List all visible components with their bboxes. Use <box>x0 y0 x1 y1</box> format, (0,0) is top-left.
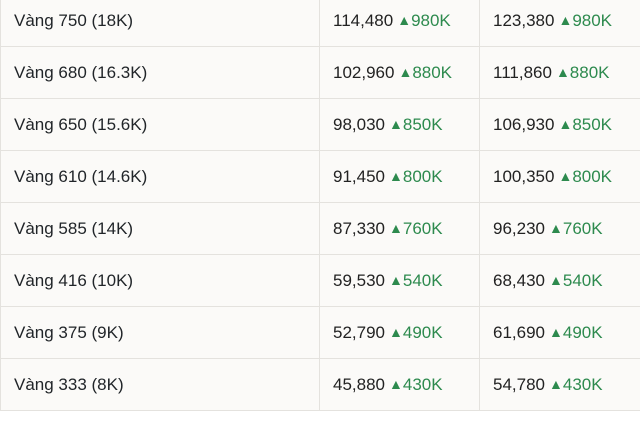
buy-price-value: 98,030 <box>333 114 385 134</box>
sell-price-change: ▲760K <box>549 219 603 238</box>
sell-price-cell: 123,380 ▲980K <box>479 0 640 47</box>
buy-price-change: ▲490K <box>389 323 443 342</box>
buy-price-cell: 98,030 ▲850K <box>319 98 480 151</box>
sell-price-change-value: 980K <box>572 10 613 30</box>
up-triangle-icon: ▲ <box>389 219 403 236</box>
gold-price-table-body: Vàng 750 (18K) 114,480 ▲980K 123,380 ▲980K Và… <box>0 0 640 411</box>
buy-price-change-value: 430K <box>402 374 443 394</box>
buy-price-change: ▲430K <box>389 375 443 394</box>
buy-price-change-value: 540K <box>402 270 443 290</box>
buy-price-value: 102,960 <box>333 62 395 82</box>
sell-price-change: ▲490K <box>549 323 603 342</box>
table-row: Vàng 680 (16.3K) 102,960 ▲880K 111,860 ▲880K <box>0 46 640 99</box>
sell-price-cell: 68,430 ▲540K <box>479 254 640 307</box>
buy-price-change: ▲880K <box>398 63 452 82</box>
buy-price-change: ▲980K <box>397 11 451 30</box>
buy-price-cell: 102,960 ▲880K <box>319 46 480 99</box>
sell-price-change: ▲430K <box>549 375 603 394</box>
buy-price-value: 45,880 <box>333 374 385 394</box>
gold-price-table-container: Vàng 750 (18K) 114,480 ▲980K 123,380 ▲980K Và… <box>0 0 640 411</box>
buy-price-value: 91,450 <box>333 166 385 186</box>
buy-price-cell: 45,880 ▲430K <box>319 358 480 411</box>
table-row: Vàng 650 (15.6K) 98,030 ▲850K 106,930 ▲850K <box>0 98 640 151</box>
gold-type-cell: Vàng 585 (14K) <box>0 202 320 255</box>
buy-price-cell: 114,480 ▲980K <box>319 0 480 47</box>
sell-price-change-value: 760K <box>562 218 603 238</box>
sell-price-value: 54,780 <box>493 374 545 394</box>
gold-price-table: Vàng 750 (18K) 114,480 ▲980K 123,380 ▲980K Và… <box>0 0 640 411</box>
sell-price-value: 61,690 <box>493 322 545 342</box>
up-triangle-icon: ▲ <box>549 323 563 340</box>
buy-price-change-value: 800K <box>402 166 443 186</box>
sell-price-change-value: 800K <box>572 166 613 186</box>
buy-price-cell: 91,450 ▲800K <box>319 150 480 203</box>
sell-price-change-value: 490K <box>562 322 603 342</box>
up-triangle-icon: ▲ <box>389 323 403 340</box>
buy-price-change: ▲800K <box>389 167 443 186</box>
buy-price-value: 52,790 <box>333 322 385 342</box>
buy-price-cell: 87,330 ▲760K <box>319 202 480 255</box>
table-row: Vàng 750 (18K) 114,480 ▲980K 123,380 ▲980K <box>0 0 640 47</box>
gold-type-cell: Vàng 650 (15.6K) <box>0 98 320 151</box>
sell-price-cell: 100,350 ▲800K <box>479 150 640 203</box>
buy-price-change-value: 760K <box>402 218 443 238</box>
sell-price-change: ▲540K <box>549 271 603 290</box>
buy-price-change-value: 880K <box>412 62 453 82</box>
sell-price-value: 106,930 <box>493 114 555 134</box>
sell-price-change-value: 880K <box>569 62 610 82</box>
gold-type-cell: Vàng 610 (14.6K) <box>0 150 320 203</box>
buy-price-value: 87,330 <box>333 218 385 238</box>
up-triangle-icon: ▲ <box>558 115 573 132</box>
up-triangle-icon: ▲ <box>389 271 403 288</box>
sell-price-change: ▲980K <box>558 11 612 30</box>
gold-type-cell: Vàng 375 (9K) <box>0 306 320 359</box>
sell-price-cell: 61,690 ▲490K <box>479 306 640 359</box>
buy-price-value: 59,530 <box>333 270 385 290</box>
sell-price-change: ▲800K <box>558 167 612 186</box>
up-triangle-icon: ▲ <box>558 11 573 28</box>
sell-price-value: 111,860 <box>493 62 552 82</box>
buy-price-change: ▲540K <box>389 271 443 290</box>
sell-price-value: 100,350 <box>493 166 555 186</box>
buy-price-change-value: 490K <box>402 322 443 342</box>
up-triangle-icon: ▲ <box>549 375 563 392</box>
buy-price-cell: 52,790 ▲490K <box>319 306 480 359</box>
sell-price-cell: 106,930 ▲850K <box>479 98 640 151</box>
buy-price-change-value: 980K <box>411 10 451 30</box>
buy-price-value: 114,480 <box>333 10 394 30</box>
table-row: Vàng 585 (14K) 87,330 ▲760K 96,230 ▲760K <box>0 202 640 255</box>
up-triangle-icon: ▲ <box>389 375 403 392</box>
sell-price-cell: 54,780 ▲430K <box>479 358 640 411</box>
up-triangle-icon: ▲ <box>549 219 563 236</box>
sell-price-value: 96,230 <box>493 218 545 238</box>
gold-type-cell: Vàng 680 (16.3K) <box>0 46 320 99</box>
up-triangle-icon: ▲ <box>549 271 563 288</box>
gold-type-cell: Vàng 750 (18K) <box>0 0 320 47</box>
sell-price-value: 123,380 <box>493 10 555 30</box>
up-triangle-icon: ▲ <box>555 63 570 80</box>
buy-price-change: ▲760K <box>389 219 443 238</box>
sell-price-change: ▲850K <box>558 115 612 134</box>
up-triangle-icon: ▲ <box>398 63 413 80</box>
table-row: Vàng 333 (8K) 45,880 ▲430K 54,780 ▲430K <box>0 358 640 411</box>
buy-price-change: ▲850K <box>389 115 443 134</box>
sell-price-change-value: 540K <box>562 270 603 290</box>
gold-type-cell: Vàng 416 (10K) <box>0 254 320 307</box>
up-triangle-icon: ▲ <box>389 115 403 132</box>
buy-price-change-value: 850K <box>402 114 443 134</box>
up-triangle-icon: ▲ <box>397 11 412 28</box>
up-triangle-icon: ▲ <box>558 167 573 184</box>
sell-price-cell: 96,230 ▲760K <box>479 202 640 255</box>
sell-price-cell: 111,860 ▲880K <box>479 46 640 99</box>
sell-price-value: 68,430 <box>493 270 545 290</box>
sell-price-change-value: 850K <box>572 114 613 134</box>
buy-price-cell: 59,530 ▲540K <box>319 254 480 307</box>
sell-price-change: ▲880K <box>556 63 610 82</box>
table-row: Vàng 416 (10K) 59,530 ▲540K 68,430 ▲540K <box>0 254 640 307</box>
sell-price-change-value: 430K <box>562 374 603 394</box>
up-triangle-icon: ▲ <box>389 167 403 184</box>
table-row: Vàng 375 (9K) 52,790 ▲490K 61,690 ▲490K <box>0 306 640 359</box>
gold-type-cell: Vàng 333 (8K) <box>0 358 320 411</box>
table-row: Vàng 610 (14.6K) 91,450 ▲800K 100,350 ▲800K <box>0 150 640 203</box>
